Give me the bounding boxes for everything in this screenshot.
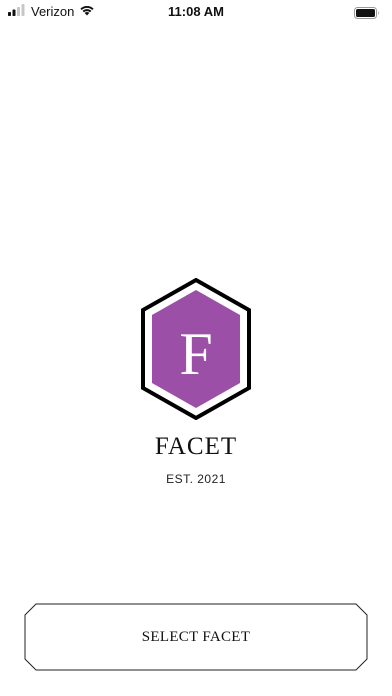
status-time: 11:08 AM <box>168 4 224 19</box>
brand-name: FACET <box>154 433 238 460</box>
splash-screen: Verizon 11:08 AM F FACET EST. 2021 SELEC… <box>0 0 392 696</box>
status-bar: Verizon 11:08 AM <box>0 0 392 24</box>
select-facet-button[interactable]: SELECT FACET <box>24 603 368 671</box>
established-label: EST. 2021 <box>166 472 226 486</box>
battery-icon <box>354 6 380 19</box>
logo-letter: F <box>179 321 212 387</box>
facet-logo: F <box>138 277 254 421</box>
select-facet-label: SELECT FACET <box>141 629 251 645</box>
